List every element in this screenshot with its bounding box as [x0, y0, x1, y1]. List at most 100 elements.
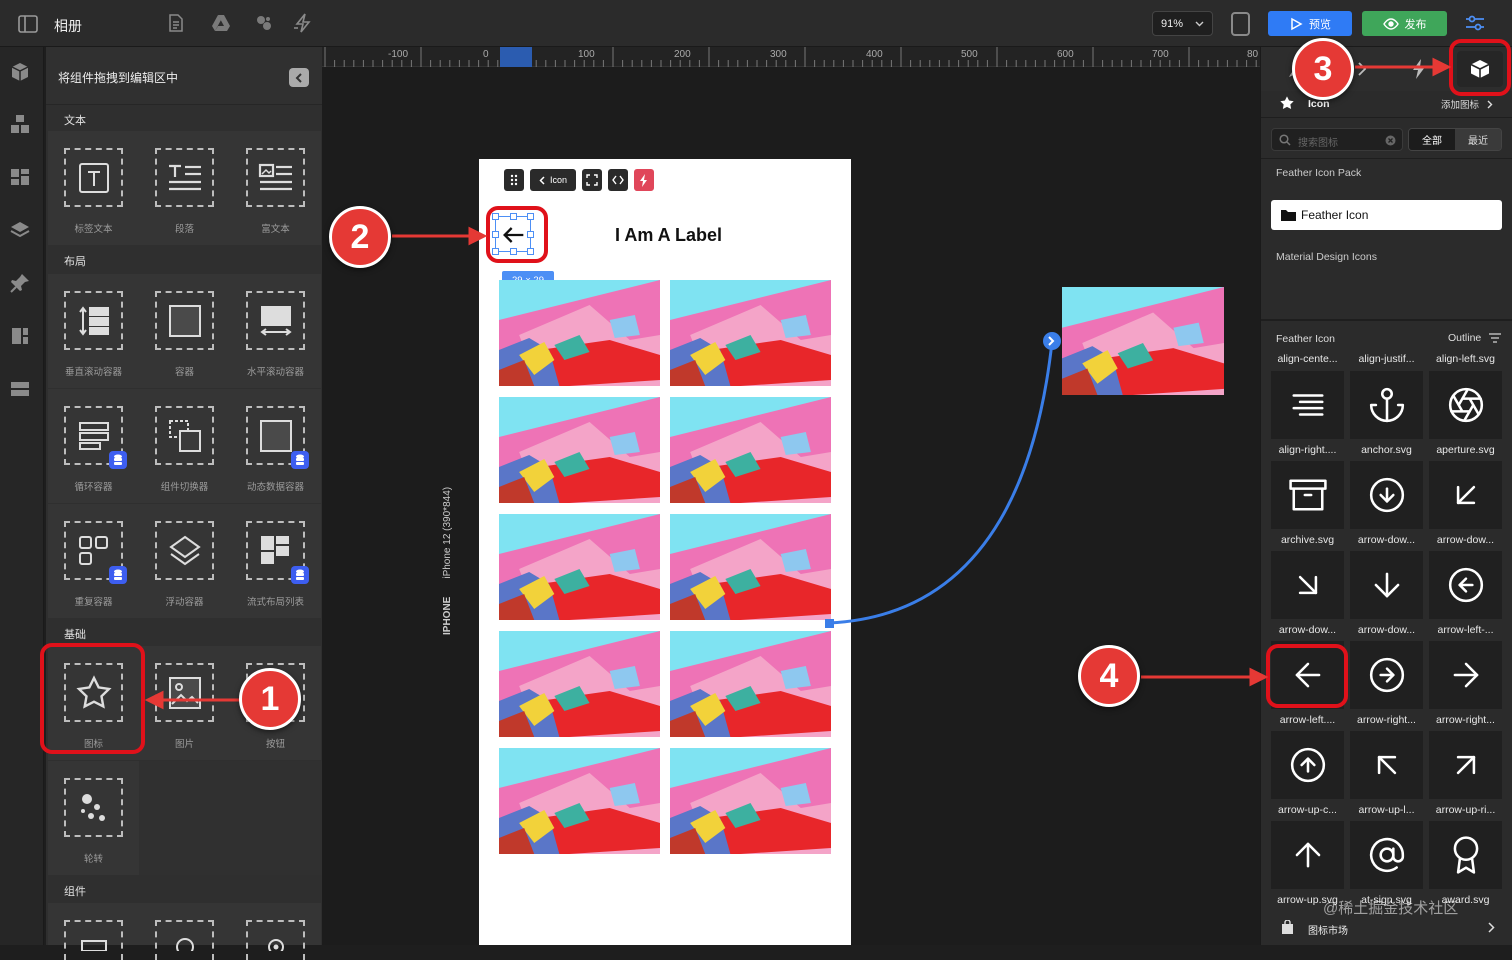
photo-image	[499, 514, 660, 620]
settings-sliders-icon[interactable]	[1464, 13, 1486, 33]
chevron-right-icon[interactable]	[1354, 61, 1370, 77]
add-icon-link[interactable]: 添加图标	[1441, 97, 1493, 111]
component-image[interactable]: 图片	[139, 646, 230, 760]
device-icon[interactable]	[1231, 12, 1250, 36]
action-lightning-icon[interactable]	[634, 169, 654, 191]
pages-icon[interactable]	[9, 325, 35, 351]
photo-grid-item[interactable]	[670, 748, 831, 854]
pin-icon[interactable]	[9, 272, 35, 298]
preview-button[interactable]: 预览	[1268, 11, 1352, 36]
step-badge-2: 2	[329, 206, 391, 268]
clear-search-icon[interactable]	[1385, 135, 1396, 146]
lightning-tab-icon[interactable]	[1411, 59, 1427, 79]
photo-image	[499, 397, 660, 503]
icon-cell-arrow-down-circle[interactable]	[1350, 461, 1423, 529]
material-pack-item[interactable]: Material Design Icons	[1276, 251, 1377, 263]
icon-cell-archive[interactable]	[1271, 461, 1344, 529]
icon-item-label: arrow-right...	[1357, 714, 1416, 726]
publish-button[interactable]: 发布	[1362, 11, 1447, 36]
location-icon	[246, 920, 305, 960]
photo-grid-item[interactable]	[499, 397, 660, 503]
filter-recent-button[interactable]: 最近	[1455, 129, 1501, 150]
icon-cell-align-right[interactable]	[1271, 371, 1344, 439]
lightning-icon[interactable]	[293, 13, 315, 35]
icon-item-label: aperture.svg	[1436, 444, 1495, 456]
component-loop-container[interactable]: 循环容器	[48, 389, 139, 503]
photo-grid-item[interactable]	[670, 514, 831, 620]
grid-icon[interactable]	[9, 378, 35, 404]
icon-cell-arrow-right[interactable]	[1429, 641, 1502, 709]
ruler-label: 600	[1057, 49, 1074, 60]
component-paragraph[interactable]: 段落	[139, 131, 230, 245]
icon-cell-at-sign[interactable]	[1350, 821, 1423, 889]
component-vertical-scroll[interactable]: 垂直滚动容器	[48, 274, 139, 388]
label-element[interactable]: I Am A Label	[615, 225, 722, 246]
phone-frame[interactable]: Icon 29 × 29 I Am A Label	[479, 159, 851, 945]
icon-cell-arrow-down[interactable]	[1350, 551, 1423, 619]
fullscreen-icon[interactable]	[582, 169, 602, 191]
component-repeat-container[interactable]: 重复容器	[48, 504, 139, 618]
icon-cell-arrow-down-left[interactable]	[1429, 461, 1502, 529]
aperture-icon	[1448, 387, 1483, 423]
photo-grid-item[interactable]	[499, 280, 660, 386]
icon-search-input[interactable]: 搜索图标	[1271, 128, 1403, 151]
container-icon	[155, 291, 214, 350]
component-dynamic-container[interactable]: 动态数据容器	[230, 389, 321, 503]
filter-all-button[interactable]: 全部	[1409, 129, 1455, 150]
arrow-left-circle-icon	[1448, 567, 1483, 603]
photo-grid-item[interactable]	[499, 631, 660, 737]
filter-icon	[1489, 333, 1502, 343]
design-canvas[interactable]: -100 0 100 200 300 400 500 600 700 80 IP…	[322, 47, 1260, 945]
component-flow-list[interactable]: 流式布局列表	[230, 504, 321, 618]
photo-grid-item[interactable]	[670, 631, 831, 737]
icon-cell-arrow-left-circle[interactable]	[1429, 551, 1502, 619]
component-tile[interactable]	[48, 903, 139, 960]
package-icon[interactable]	[9, 61, 35, 87]
component-tile[interactable]	[230, 903, 321, 960]
zoom-select[interactable]: 91%	[1152, 11, 1213, 36]
select-parent-button[interactable]: Icon	[530, 169, 576, 191]
selected-element-name: Icon	[549, 175, 567, 185]
component-horizontal-scroll[interactable]: 水平滚动容器	[230, 274, 321, 388]
sidebar-toggle-icon[interactable]	[17, 13, 39, 35]
photo-image	[499, 280, 660, 386]
detached-image-preview[interactable]	[1062, 287, 1224, 395]
style-filter[interactable]: Outline	[1448, 332, 1502, 344]
icon-item-label: arrow-dow...	[1436, 534, 1495, 546]
component-carousel[interactable]: 轮转	[48, 761, 139, 875]
plugin-icon[interactable]	[254, 13, 276, 35]
splitter[interactable]	[1261, 319, 1512, 321]
component-tile[interactable]	[139, 903, 230, 960]
photo-grid-item[interactable]	[499, 748, 660, 854]
photo-grid-item[interactable]	[499, 514, 660, 620]
document-icon[interactable]	[166, 13, 188, 35]
eye-icon	[1382, 17, 1399, 30]
drive-icon[interactable]	[211, 13, 233, 35]
component-rich-text[interactable]: 富文本	[230, 131, 321, 245]
collapse-panel-button[interactable]	[289, 68, 309, 87]
icon-cell-arrow-up-right[interactable]	[1429, 731, 1502, 799]
icon-cell-arrow-up-left[interactable]	[1350, 731, 1423, 799]
icon-cell-arrow-right-circle[interactable]	[1350, 641, 1423, 709]
icon-cell-arrow-down-right[interactable]	[1271, 551, 1344, 619]
component-switcher[interactable]: 组件切换器	[139, 389, 230, 503]
boxes-icon[interactable]	[9, 113, 35, 139]
feather-icon-pack-item[interactable]: Feather Icon	[1271, 200, 1502, 230]
tile-label: 动态数据容器	[246, 482, 304, 493]
component-container[interactable]: 容器	[139, 274, 230, 388]
icon-cell-arrow-up-circle[interactable]	[1271, 731, 1344, 799]
icon-cell-aperture[interactable]	[1429, 371, 1502, 439]
layers-icon[interactable]	[9, 219, 35, 245]
layout-icon[interactable]	[9, 166, 35, 192]
drag-handle-icon[interactable]	[504, 169, 524, 191]
icon-cell-award[interactable]	[1429, 821, 1502, 889]
icon-cell-arrow-up[interactable]	[1271, 821, 1344, 889]
photo-grid-item[interactable]	[670, 280, 831, 386]
code-icon[interactable]	[608, 169, 628, 191]
component-label-text[interactable]: 标签文本	[48, 131, 139, 245]
app-title: 相册	[54, 18, 82, 34]
icon-cell-anchor[interactable]	[1350, 371, 1423, 439]
component-floating-container[interactable]: 浮动容器	[139, 504, 230, 618]
flow-list-icon	[246, 521, 309, 584]
photo-grid-item[interactable]	[670, 397, 831, 503]
